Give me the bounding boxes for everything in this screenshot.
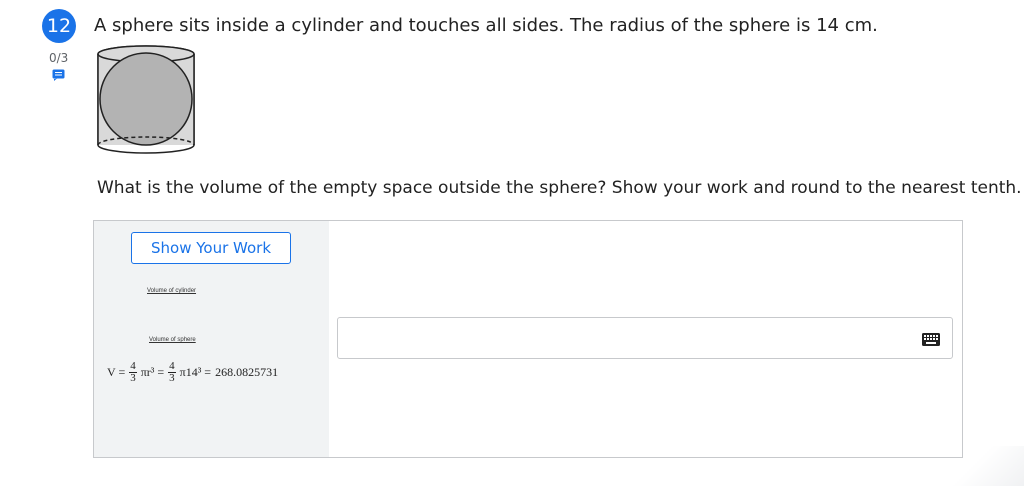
formula-term1: πr³ = xyxy=(140,365,165,379)
keyboard-icon[interactable] xyxy=(922,333,940,351)
question-number-badge: 12 xyxy=(42,9,76,43)
question-score: 0/3 xyxy=(49,51,69,65)
show-work-panel: Show Your Work Volume of cylinder Volume… xyxy=(93,220,330,458)
question-text: A sphere sits inside a cylinder and touc… xyxy=(94,15,878,36)
answer-panel xyxy=(329,220,963,458)
answer-input[interactable] xyxy=(337,317,953,359)
sphere-volume-label: Volume of sphere xyxy=(149,337,196,343)
question-prompt: What is the volume of the empty space ou… xyxy=(97,178,1022,198)
corner-shade xyxy=(944,446,1024,486)
comment-icon[interactable] xyxy=(52,68,65,86)
show-your-work-button[interactable]: Show Your Work xyxy=(131,232,291,264)
cylinder-volume-label: Volume of cylinder xyxy=(147,288,197,294)
sphere-volume-formula: V = 4 3 πr³ = 4 3 π14³ = 268.0825731 xyxy=(107,361,278,384)
formula-fraction: 4 3 xyxy=(129,360,137,384)
formula-fraction: 4 3 xyxy=(168,360,176,384)
sphere-in-cylinder-figure xyxy=(96,44,196,161)
formula-term2: π14³ = xyxy=(179,365,212,379)
formula-result: 268.0825731 xyxy=(215,365,279,379)
formula-lhs: V = xyxy=(107,365,126,379)
